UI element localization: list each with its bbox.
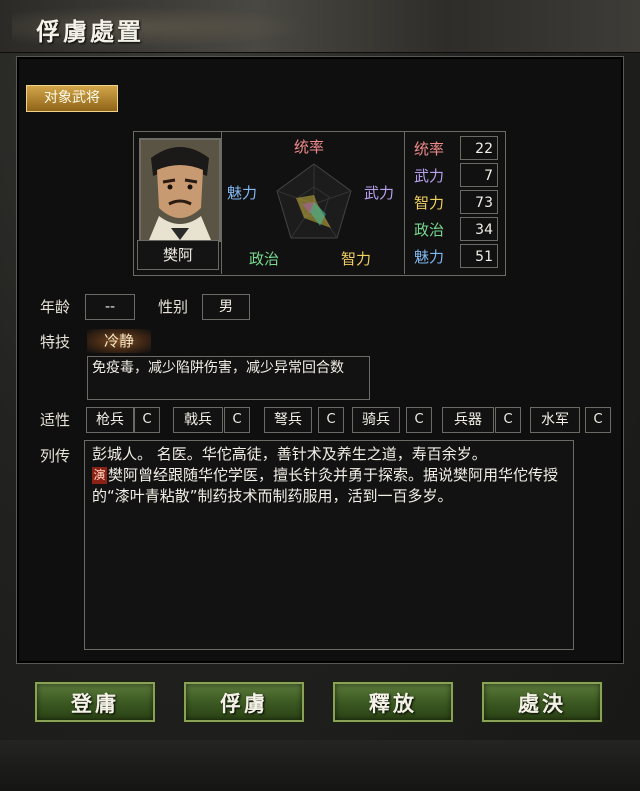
age-value: -- [85, 294, 135, 320]
aptitude-name: 兵器 [442, 407, 494, 433]
skill-description: 免疫毒，减少陷阱伤害，减少异常回合数 [87, 356, 370, 400]
execute-button[interactable]: 處決 [482, 682, 602, 722]
stat-radar-chart: 统率 武力 智力 政治 魅力 [222, 132, 403, 273]
romance-mark-icon: 演 [92, 467, 107, 484]
skill-name: 冷静 [87, 329, 151, 353]
aptitude-grade: C [585, 407, 611, 433]
stat-name: 魅力 [414, 248, 445, 266]
aptitude-label: 适性 [40, 411, 71, 429]
stat-row-zhengzhi: 政治 34 [410, 217, 502, 243]
capture-button[interactable]: 俘虜 [184, 682, 304, 722]
biography-paragraph-2: 演樊阿曾经跟随华佗学医，擅长针灸并勇于探索。据说樊阿用华佗传授的“漆叶青粘散”制… [92, 465, 566, 507]
gender-label: 性别 [158, 298, 189, 316]
biography-label: 列传 [40, 447, 71, 465]
aptitude-name: 戟兵 [173, 407, 223, 433]
biography-text-1: 彭城人。 名医。华佗高徒，善针术及养生之道，寿百余岁。 [92, 445, 487, 463]
biography-box: 彭城人。 名医。华佗高徒，善针术及养生之道，寿百余岁。 演樊阿曾经跟随华佗学医，… [84, 440, 574, 650]
recruit-button[interactable]: 登庸 [35, 682, 155, 722]
aptitude-grade: C [224, 407, 250, 433]
stat-value: 34 [460, 217, 498, 241]
aptitude-grade: C [495, 407, 521, 433]
portrait-image [141, 140, 219, 240]
radar-label-zhili: 智力 [341, 250, 372, 268]
stat-name: 统率 [414, 140, 445, 158]
title-bar: 俘虜處置 [0, 0, 640, 53]
officer-name: 樊阿 [137, 240, 219, 270]
stat-value: 73 [460, 190, 498, 214]
aptitude-name: 骑兵 [352, 407, 400, 433]
stat-row-wuli: 武力 7 [410, 163, 502, 189]
radar-label-meili: 魅力 [227, 184, 258, 202]
window-title: 俘虜處置 [36, 17, 144, 46]
divider [404, 131, 405, 274]
stat-name: 智力 [414, 194, 445, 212]
stat-value: 7 [460, 163, 498, 187]
aptitude-name: 水军 [530, 407, 580, 433]
aptitude-grade: C [134, 407, 160, 433]
officer-portrait [139, 138, 221, 242]
radar-label-zhengzhi: 政治 [249, 250, 280, 268]
stat-row-meili: 魅力 51 [410, 244, 502, 270]
biography-text-2: 樊阿曾经跟随华佗学医，擅长针灸并勇于探索。据说樊阿用华佗传授的“漆叶青粘散”制药… [92, 466, 559, 505]
skill-label: 特技 [40, 333, 71, 351]
aptitude-name: 弩兵 [264, 407, 312, 433]
release-button[interactable]: 釋放 [333, 682, 453, 722]
stat-value: 22 [460, 136, 498, 160]
stat-row-zhili: 智力 73 [410, 190, 502, 216]
radar-label-wuli: 武力 [364, 184, 395, 202]
bottom-decoration [0, 740, 640, 791]
aptitude-name: 枪兵 [86, 407, 134, 433]
stat-name: 政治 [414, 221, 445, 239]
radar-label-tongshuai: 统率 [294, 138, 325, 156]
gender-value: 男 [202, 294, 250, 320]
aptitude-grade: C [406, 407, 432, 433]
aptitude-grade: C [318, 407, 344, 433]
age-label: 年龄 [40, 298, 71, 316]
stat-value: 51 [460, 244, 498, 268]
stat-name: 武力 [414, 167, 445, 185]
target-officer-tag: 对象武将 [26, 85, 118, 112]
stat-row-tongshuai: 统率 22 [410, 136, 502, 162]
